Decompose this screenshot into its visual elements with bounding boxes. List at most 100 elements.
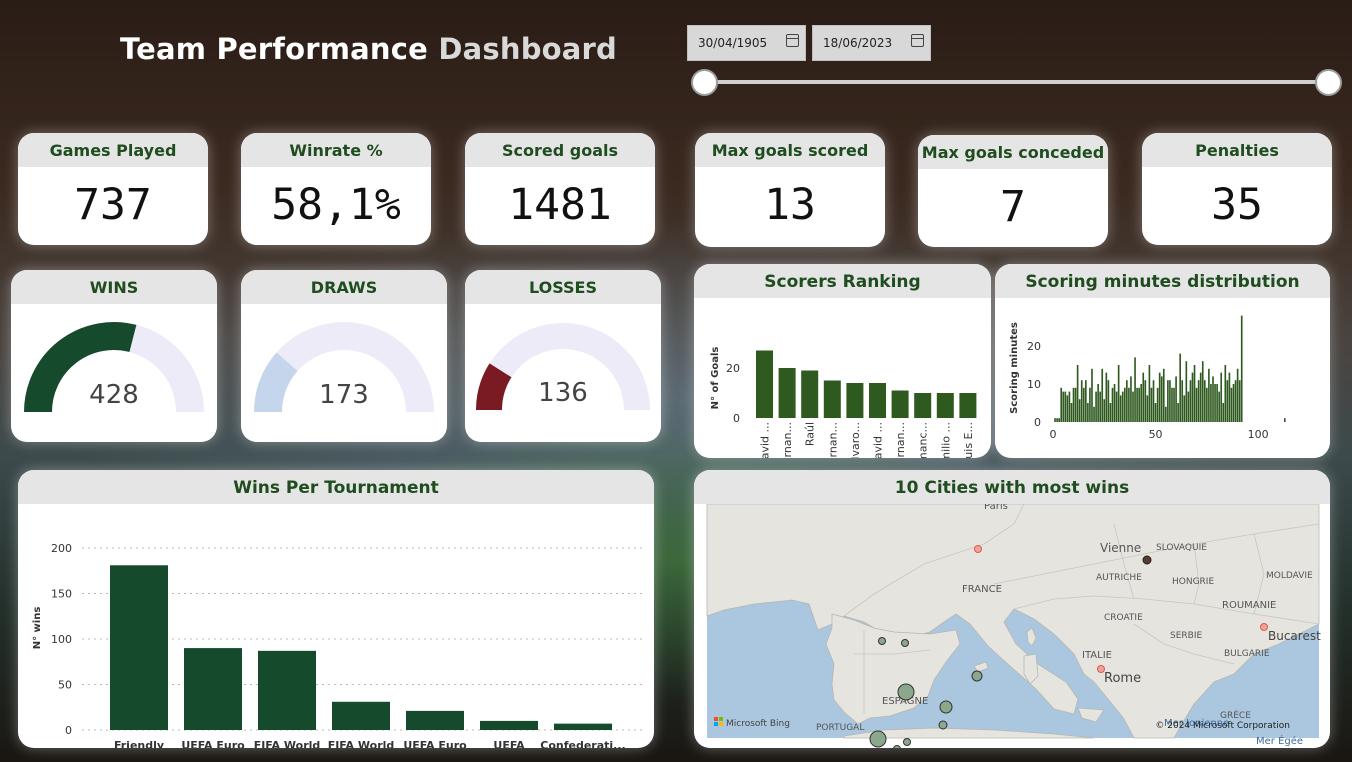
minute-bar[interactable]: [1123, 387, 1126, 422]
minute-bar[interactable]: [1181, 380, 1184, 422]
city-marker[interactable]: [878, 637, 886, 645]
minute-bar[interactable]: [1113, 384, 1116, 422]
minute-bar[interactable]: [1109, 403, 1112, 422]
minute-bar[interactable]: [1150, 387, 1153, 422]
minute-bar[interactable]: [1056, 418, 1058, 422]
minute-bar[interactable]: [1216, 384, 1218, 422]
minute-bar[interactable]: [1095, 391, 1097, 422]
scorer-bar[interactable]: [778, 368, 796, 418]
minute-bar[interactable]: [1142, 372, 1145, 422]
scorer-bar[interactable]: [756, 350, 773, 419]
minute-bar[interactable]: [1224, 365, 1227, 422]
minute-bar[interactable]: [1134, 357, 1136, 422]
minute-bar[interactable]: [1089, 387, 1091, 422]
city-marker[interactable]: [901, 639, 909, 647]
minute-bar[interactable]: [1183, 395, 1186, 422]
minute-bar[interactable]: [1206, 387, 1208, 422]
minute-bar[interactable]: [1165, 406, 1167, 422]
minute-bar[interactable]: [1193, 365, 1196, 422]
minute-bar[interactable]: [1218, 391, 1220, 422]
start-date-input[interactable]: 30/04/1905: [687, 25, 806, 61]
minute-bar[interactable]: [1117, 365, 1120, 422]
minute-bar[interactable]: [1236, 368, 1239, 422]
minute-bar[interactable]: [1130, 376, 1132, 422]
city-marker[interactable]: [903, 738, 911, 746]
minute-bar[interactable]: [1068, 391, 1071, 422]
minute-bar[interactable]: [1082, 387, 1085, 422]
minute-bar[interactable]: [1226, 380, 1229, 422]
minute-bar[interactable]: [1210, 384, 1212, 422]
minute-bar[interactable]: [1146, 395, 1149, 422]
tournament-bar[interactable]: [332, 701, 390, 730]
minute-bar[interactable]: [1162, 368, 1165, 422]
city-marker[interactable]: [1097, 665, 1105, 673]
minute-bar[interactable]: [1119, 395, 1122, 422]
minute-bar[interactable]: [1099, 391, 1101, 422]
minute-bar[interactable]: [1156, 387, 1159, 422]
scorer-bar[interactable]: [936, 393, 954, 418]
minute-bar[interactable]: [1212, 376, 1214, 422]
minute-bar[interactable]: [1240, 315, 1243, 422]
minute-bar[interactable]: [1234, 380, 1237, 422]
minute-bar[interactable]: [1203, 380, 1206, 422]
minute-bar[interactable]: [1074, 387, 1077, 422]
scorer-bar[interactable]: [801, 370, 819, 419]
minute-bar[interactable]: [1160, 376, 1163, 422]
minute-bar[interactable]: [1179, 353, 1181, 422]
scorer-bar[interactable]: [869, 383, 886, 418]
minute-bar[interactable]: [1152, 380, 1155, 422]
minute-bar[interactable]: [1185, 361, 1188, 422]
minute-bar[interactable]: [1177, 403, 1179, 422]
minute-bar[interactable]: [1167, 380, 1169, 422]
minute-bar[interactable]: [1144, 380, 1147, 422]
minute-bar[interactable]: [1222, 403, 1225, 422]
minute-bar[interactable]: [1058, 418, 1060, 422]
calendar-icon[interactable]: [786, 34, 799, 47]
minute-bar[interactable]: [1128, 387, 1130, 422]
minute-bar[interactable]: [1154, 403, 1157, 422]
minute-bar[interactable]: [1208, 368, 1210, 422]
calendar-icon[interactable]: [911, 34, 924, 47]
minute-bar[interactable]: [1140, 384, 1143, 422]
tournament-bar[interactable]: [258, 650, 316, 730]
tournament-bar[interactable]: [406, 710, 464, 730]
minute-bar[interactable]: [1171, 387, 1173, 422]
city-marker[interactable]: [938, 720, 948, 730]
minute-bar[interactable]: [1195, 387, 1198, 422]
scorer-bar[interactable]: [891, 390, 909, 419]
minute-bar[interactable]: [1158, 372, 1161, 422]
minute-bar[interactable]: [1214, 384, 1216, 422]
minute-bar[interactable]: [1087, 403, 1089, 422]
minute-bar[interactable]: [1066, 395, 1069, 422]
city-marker[interactable]: [1260, 623, 1268, 631]
minute-bar[interactable]: [1097, 384, 1099, 422]
minute-bar[interactable]: [1076, 365, 1079, 422]
minute-bar[interactable]: [1080, 380, 1083, 422]
minute-bar[interactable]: [1091, 368, 1093, 422]
minute-bar[interactable]: [1148, 365, 1151, 422]
city-marker[interactable]: [971, 670, 983, 682]
minute-bar[interactable]: [1115, 391, 1118, 422]
city-marker[interactable]: [1142, 555, 1152, 565]
minute-bar[interactable]: [1107, 380, 1110, 422]
minute-bar[interactable]: [1105, 372, 1108, 422]
minute-bar[interactable]: [1199, 372, 1202, 422]
minute-bar[interactable]: [1173, 387, 1175, 422]
end-date-input[interactable]: 18/06/2023: [812, 25, 931, 61]
minute-bar[interactable]: [1201, 361, 1204, 422]
minute-bar[interactable]: [1064, 391, 1067, 422]
minute-bar[interactable]: [1138, 387, 1140, 422]
minute-bar[interactable]: [1189, 380, 1192, 422]
minute-bar[interactable]: [1072, 387, 1075, 422]
minute-bar[interactable]: [1228, 372, 1231, 422]
tournament-bar[interactable]: [554, 723, 612, 730]
minute-bar[interactable]: [1070, 403, 1073, 422]
minute-bar[interactable]: [1232, 384, 1235, 422]
minute-bar[interactable]: [1078, 399, 1081, 422]
minute-bar[interactable]: [1169, 380, 1171, 422]
minute-bar[interactable]: [1121, 391, 1124, 422]
minute-bar[interactable]: [1197, 380, 1200, 422]
minute-bar[interactable]: [1230, 387, 1233, 422]
minute-bar[interactable]: [1103, 399, 1106, 422]
minute-bar[interactable]: [1101, 368, 1104, 422]
